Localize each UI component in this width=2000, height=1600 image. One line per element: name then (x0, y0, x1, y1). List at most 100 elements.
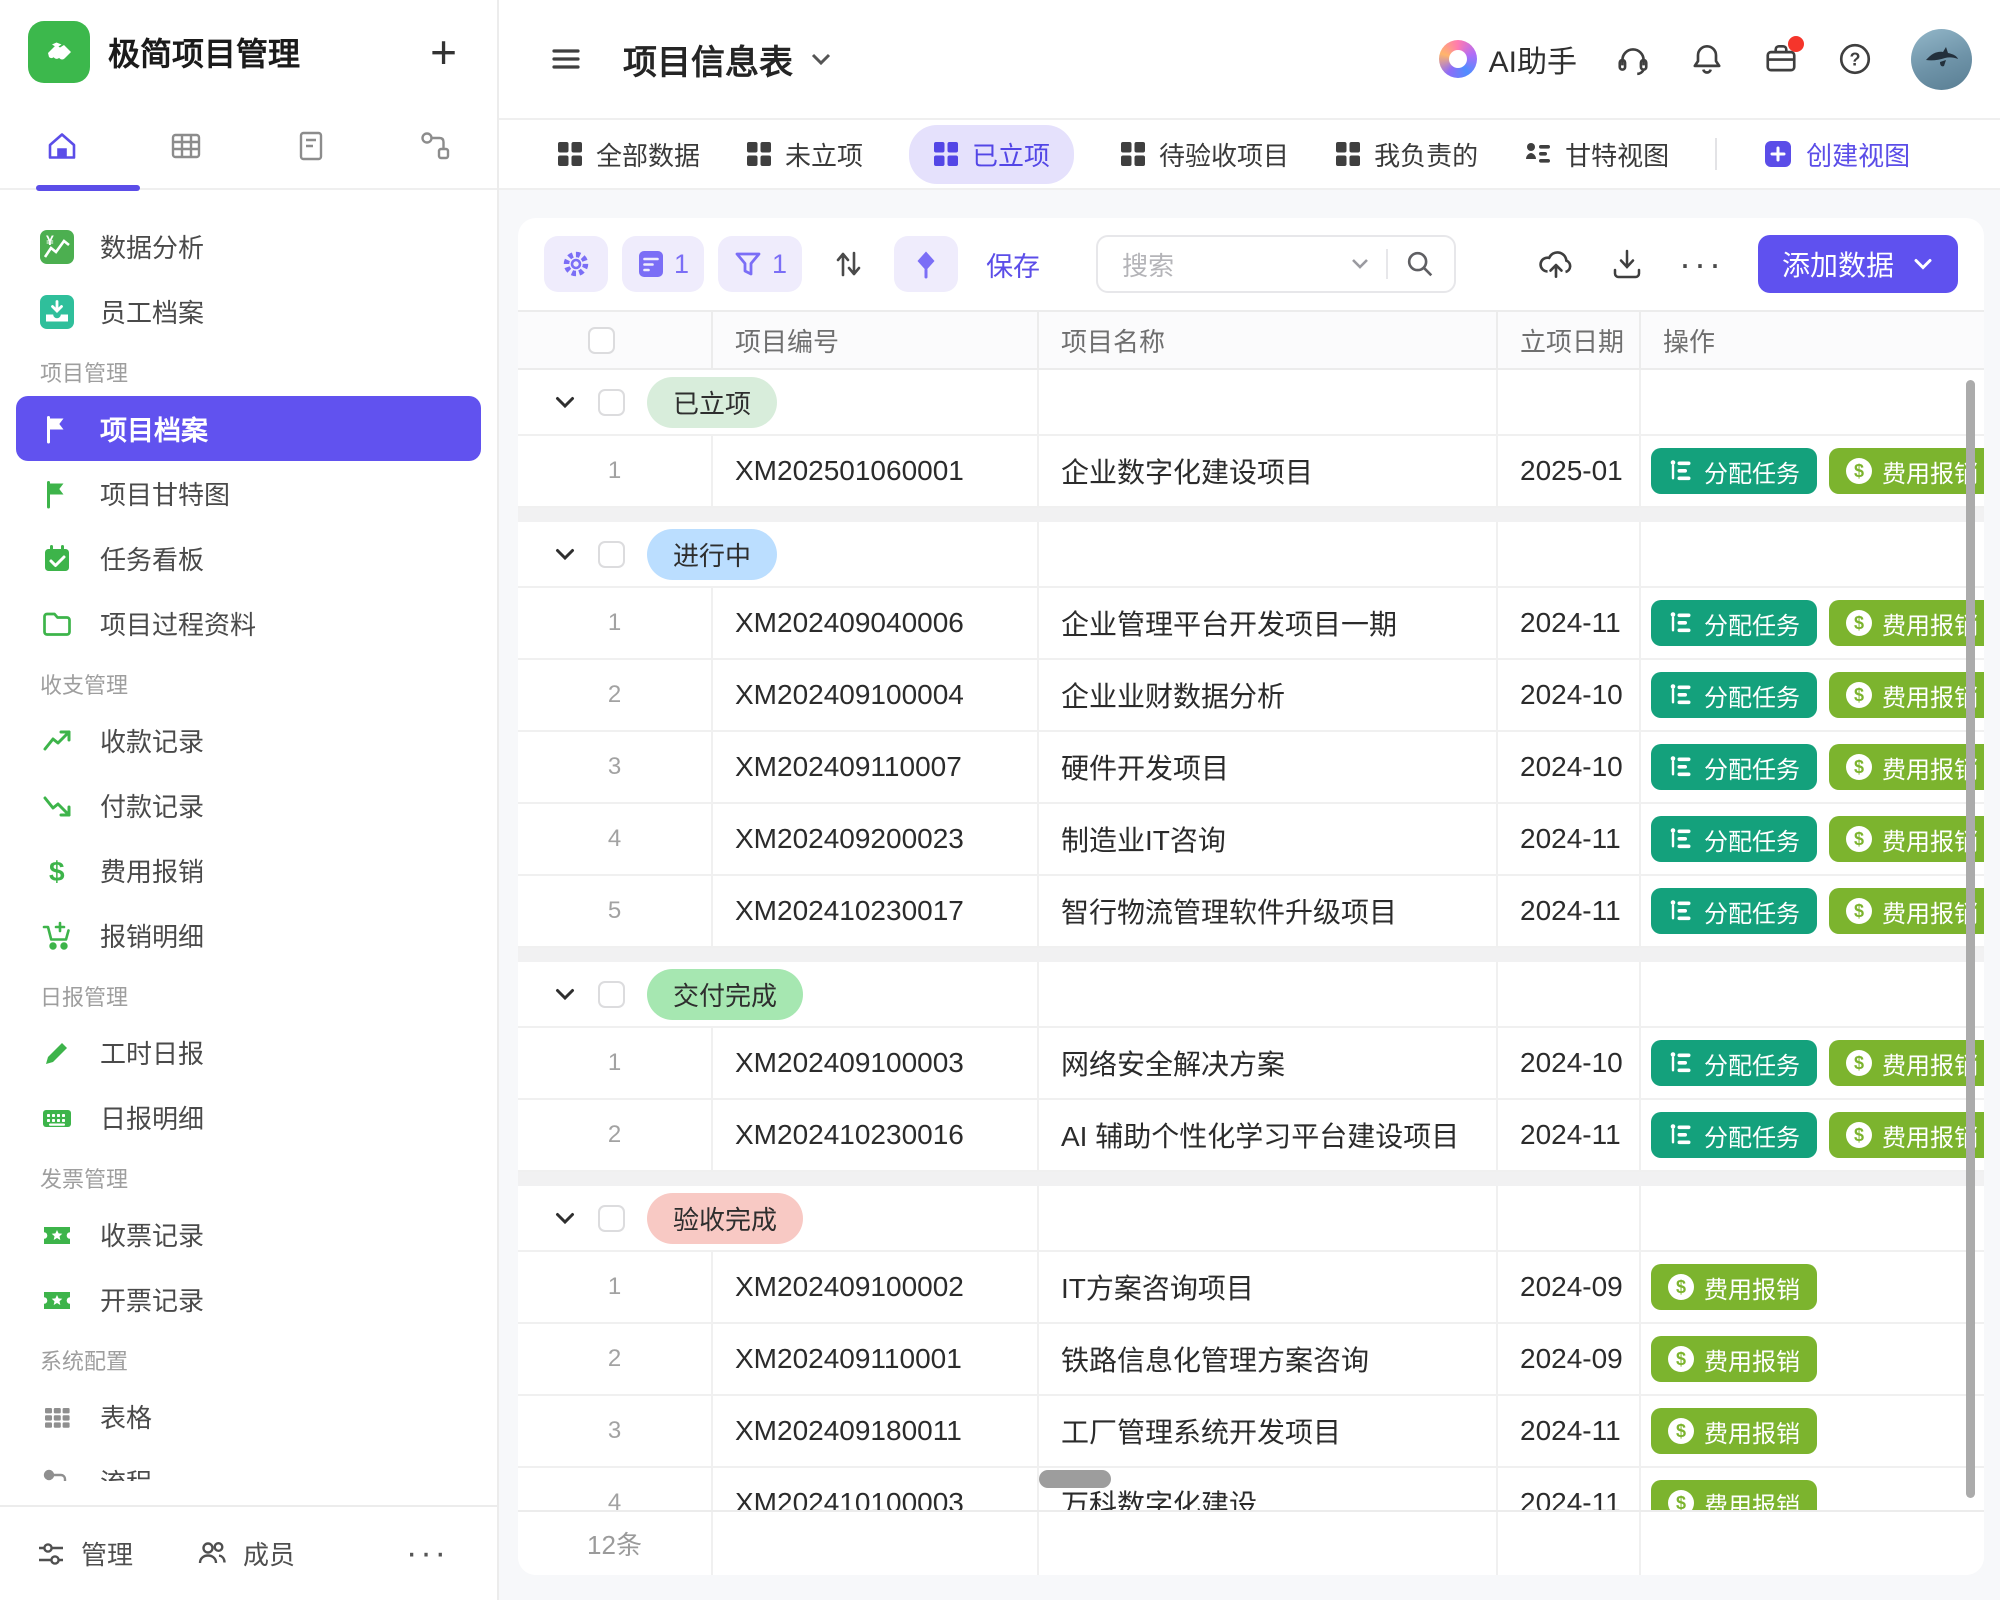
table-row[interactable]: 4 XM202409200023 制造业IT咨询 2024-11 分配任务$费用… (518, 804, 1984, 876)
table-row[interactable]: 1 XM202409100002 IT方案咨询项目 2024-09 $费用报销 (518, 1252, 1984, 1324)
search-scope-chevron-icon[interactable] (1350, 257, 1370, 271)
assign-task-button[interactable]: 分配任务 (1651, 816, 1817, 862)
column-header-actions[interactable]: 操作 (1639, 312, 1984, 368)
assign-task-button[interactable]: 分配任务 (1651, 1040, 1817, 1086)
save-button[interactable]: 保存 (986, 245, 1040, 284)
sidebar-item-20[interactable]: 流程 (0, 1449, 497, 1481)
user-avatar[interactable] (1911, 29, 1972, 90)
sidebar-tab-home[interactable] (0, 104, 124, 188)
export-download-icon[interactable] (1609, 246, 1645, 282)
sidebar-item-13[interactable]: 工时日报 (0, 1020, 497, 1085)
view-tab-0[interactable]: 全部数据 (557, 136, 700, 173)
search-icon[interactable] (1404, 248, 1436, 280)
collapse-chevron-icon[interactable] (554, 987, 576, 1002)
group-checkbox[interactable] (598, 541, 625, 568)
sidebar-item-11[interactable]: 报销明细 (0, 903, 497, 968)
expense-claim-button[interactable]: $费用报销 (1829, 600, 1984, 646)
assign-task-button[interactable]: 分配任务 (1651, 600, 1817, 646)
table-row[interactable]: 1 XM202409100003 网络安全解决方案 2024-10 分配任务$费… (518, 1028, 1984, 1100)
sort-button[interactable] (816, 236, 880, 292)
assign-task-button[interactable]: 分配任务 (1651, 744, 1817, 790)
collapse-chevron-icon[interactable] (554, 395, 576, 410)
page-title[interactable]: 项目信息表 (623, 35, 833, 84)
assign-task-button[interactable]: 分配任务 (1651, 448, 1817, 494)
briefcase-icon[interactable] (1763, 41, 1799, 77)
sidebar-item-9[interactable]: 付款记录 (0, 773, 497, 838)
group-checkbox[interactable] (598, 389, 625, 416)
cell-project-name: IT方案咨询项目 (1037, 1252, 1496, 1322)
sidebar-item-19[interactable]: 表格 (0, 1384, 497, 1449)
table-row[interactable]: 3 XM202409180011 工厂管理系统开发项目 2024-11 $费用报… (518, 1396, 1984, 1468)
expense-claim-button[interactable]: $费用报销 (1651, 1336, 1817, 1382)
assign-task-button[interactable]: 分配任务 (1651, 1112, 1817, 1158)
expense-claim-button[interactable]: $费用报销 (1829, 1112, 1984, 1158)
more-actions-button[interactable]: ··· (1679, 257, 1724, 271)
table-row[interactable]: 2 XM202409100004 企业业财数据分析 2024-10 分配任务$费… (518, 660, 1984, 732)
sidebar-tab-workflow[interactable] (373, 104, 497, 188)
search-input[interactable]: 搜索 (1096, 235, 1456, 293)
collapse-chevron-icon[interactable] (554, 547, 576, 562)
sidebar-item-3[interactable]: 项目档案 (16, 396, 481, 461)
table-row[interactable]: 1 XM202409040006 企业管理平台开发项目一期 2024-11 分配… (518, 588, 1984, 660)
group-checkbox[interactable] (598, 981, 625, 1008)
settings-button[interactable] (544, 236, 608, 292)
import-upload-icon[interactable] (1537, 245, 1575, 283)
column-header-code[interactable]: 项目编号 (711, 312, 1037, 368)
headset-icon[interactable] (1615, 41, 1651, 77)
sidebar-item-17[interactable]: 开票记录 (0, 1267, 497, 1332)
add-workspace-button[interactable]: + (430, 29, 457, 75)
sidebar-more-button[interactable]: ··· (406, 1547, 449, 1561)
sidebar-item-16[interactable]: 收票记录 (0, 1202, 497, 1267)
sidebar-item-10[interactable]: $费用报销 (0, 838, 497, 903)
horizontal-scrollbar[interactable] (1039, 1470, 1111, 1488)
members-button[interactable]: 成员 (195, 1535, 295, 1572)
expense-claim-button[interactable]: $费用报销 (1829, 448, 1984, 494)
sidebar-item-14[interactable]: 日报明细 (0, 1085, 497, 1150)
table-row[interactable]: 1 XM202501060001 企业数字化建设项目 2025-01 分配任务$… (518, 436, 1984, 508)
sidebar-item-5[interactable]: 任务看板 (0, 526, 497, 591)
field-config-button[interactable]: 1 (622, 236, 704, 292)
sidebar-item-label: 报销明细 (100, 917, 204, 954)
table-row[interactable]: 5 XM202410230017 智行物流管理软件升级项目 2024-11 分配… (518, 876, 1984, 948)
squares-icon (746, 141, 772, 167)
column-header-date[interactable]: 立项日期 (1496, 312, 1639, 368)
vertical-scrollbar[interactable] (1966, 380, 1975, 1498)
sidebar-item-8[interactable]: 收款记录 (0, 708, 497, 773)
filter-button[interactable]: 1 (718, 236, 802, 292)
add-data-button[interactable]: 添加数据 (1758, 235, 1958, 293)
expense-claim-button[interactable]: $费用报销 (1651, 1264, 1817, 1310)
assign-task-button[interactable]: 分配任务 (1651, 672, 1817, 718)
expense-claim-button[interactable]: $费用报销 (1829, 744, 1984, 790)
collapse-chevron-icon[interactable] (554, 1211, 576, 1226)
expense-claim-button[interactable]: $费用报销 (1829, 816, 1984, 862)
table-row[interactable]: 2 XM202409110001 铁路信息化管理方案咨询 2024-09 $费用… (518, 1324, 1984, 1396)
sidebar-tab-tables[interactable] (124, 104, 248, 188)
view-tab-3[interactable]: 待验收项目 (1120, 136, 1289, 173)
hamburger-menu-icon[interactable] (549, 42, 583, 76)
expense-claim-button[interactable]: $费用报销 (1829, 672, 1984, 718)
column-header-name[interactable]: 项目名称 (1037, 312, 1496, 368)
sidebar-item-0[interactable]: ¥数据分析 (0, 214, 497, 279)
sidebar-item-1[interactable]: 员工档案 (0, 279, 497, 344)
ai-assistant-button[interactable]: AI助手 (1439, 37, 1577, 81)
sidebar-item-6[interactable]: 项目过程资料 (0, 591, 497, 656)
manage-button[interactable]: 管理 (35, 1535, 133, 1572)
select-all-checkbox[interactable] (588, 327, 615, 354)
view-tab-2[interactable]: 已立项 (909, 125, 1074, 184)
help-icon[interactable]: ? (1837, 41, 1873, 77)
expense-claim-button[interactable]: $费用报销 (1829, 888, 1984, 934)
sidebar-tab-docs[interactable] (249, 104, 373, 188)
sidebar-item-4[interactable]: 项目甘特图 (0, 461, 497, 526)
table-row[interactable]: 3 XM202409110007 硬件开发项目 2024-10 分配任务$费用报… (518, 732, 1984, 804)
create-view-button[interactable]: 创建视图 (1763, 136, 1910, 173)
view-tab-5[interactable]: 甘特视图 (1524, 136, 1669, 173)
assign-task-button[interactable]: 分配任务 (1651, 888, 1817, 934)
table-row[interactable]: 2 XM202410230016 AI 辅助个性化学习平台建设项目 2024-1… (518, 1100, 1984, 1172)
expense-claim-button[interactable]: $费用报销 (1651, 1408, 1817, 1454)
pin-button[interactable] (894, 236, 958, 292)
expense-claim-button[interactable]: $费用报销 (1829, 1040, 1984, 1086)
view-tab-1[interactable]: 未立项 (746, 136, 863, 173)
notification-bell-icon[interactable] (1689, 41, 1725, 77)
group-checkbox[interactable] (598, 1205, 625, 1232)
view-tab-4[interactable]: 我负责的 (1335, 136, 1478, 173)
